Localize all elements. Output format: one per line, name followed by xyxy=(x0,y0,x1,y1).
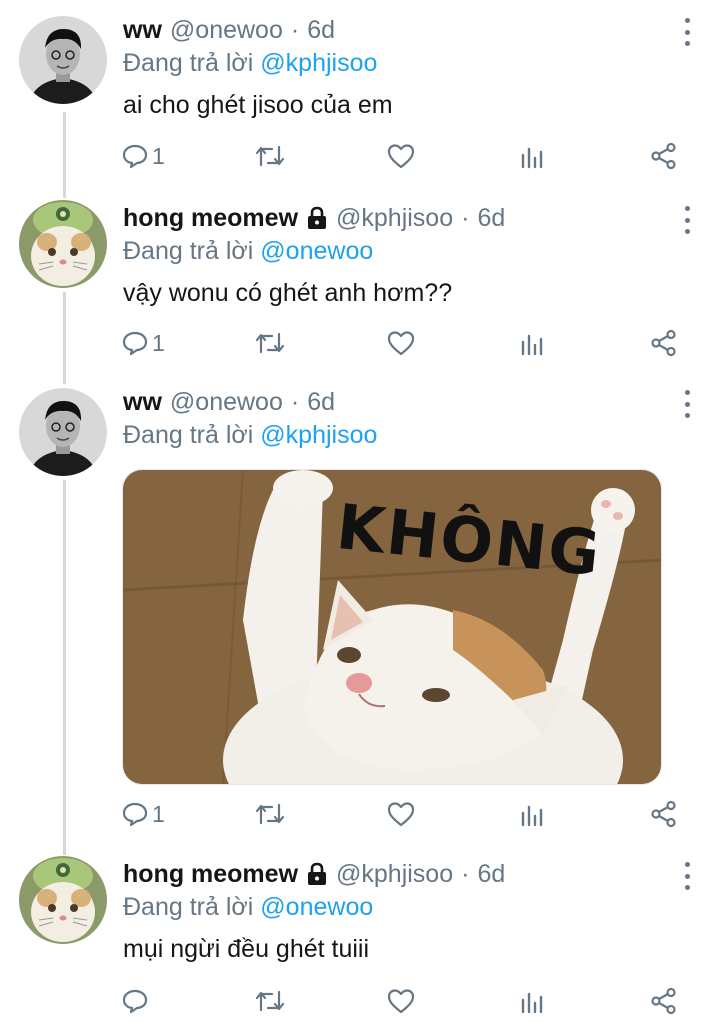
analytics-button[interactable] xyxy=(520,139,544,173)
reply-icon xyxy=(122,331,148,356)
tweet-text: mụi ngừi đều ghét tuiii xyxy=(123,935,370,963)
more-icon[interactable] xyxy=(682,862,692,890)
retweet-icon xyxy=(255,332,285,354)
display-name[interactable]: ww xyxy=(123,386,162,418)
like-button[interactable] xyxy=(387,326,415,360)
mention-link[interactable]: @onewoo xyxy=(260,893,373,921)
display-name[interactable]: hong meomew xyxy=(123,202,298,234)
retweet-icon xyxy=(255,990,285,1012)
replying-to: Đang trả lời @onewoo xyxy=(123,891,680,923)
share-button[interactable] xyxy=(650,797,678,831)
reply-button[interactable] xyxy=(122,984,152,1018)
timestamp[interactable]: 6d xyxy=(477,202,505,234)
analytics-button[interactable] xyxy=(520,797,544,831)
reply-button[interactable]: 1 xyxy=(122,139,165,173)
more-icon[interactable] xyxy=(682,390,692,418)
avatar[interactable] xyxy=(19,200,107,288)
reply-icon xyxy=(122,802,148,827)
analytics-icon xyxy=(521,147,543,169)
share-icon xyxy=(651,142,676,170)
share-button[interactable] xyxy=(650,139,678,173)
replying-to-label: Đang trả lời xyxy=(123,49,254,77)
retweet-button[interactable] xyxy=(254,984,286,1018)
retweet-icon xyxy=(255,803,285,825)
share-button[interactable] xyxy=(650,984,678,1018)
share-icon xyxy=(651,800,676,828)
timestamp[interactable]: 6d xyxy=(477,858,505,890)
avatar[interactable] xyxy=(19,388,107,476)
analytics-icon xyxy=(521,805,543,827)
more-icon[interactable] xyxy=(682,18,692,46)
mention-link[interactable]: @kphjisoo xyxy=(260,49,377,77)
analytics-button[interactable] xyxy=(520,326,544,360)
tweet[interactable]: ww @onewoo · 6d Đang trả lời @kphjisoo a… xyxy=(0,0,720,186)
analytics-button[interactable] xyxy=(520,984,544,1018)
reply-count: 1 xyxy=(152,142,165,169)
action-bar: 1 xyxy=(122,326,682,360)
action-bar xyxy=(122,984,682,1018)
like-button[interactable] xyxy=(387,797,415,831)
replying-to-label: Đang trả lời xyxy=(123,237,254,265)
display-name[interactable]: hong meomew xyxy=(123,858,298,890)
separator-dot: · xyxy=(461,860,470,888)
reply-count: 1 xyxy=(152,800,165,827)
lock-icon xyxy=(308,862,327,885)
like-icon xyxy=(387,989,415,1014)
reply-icon xyxy=(122,989,148,1014)
reply-count: 1 xyxy=(152,329,165,356)
user-handle[interactable]: @onewoo xyxy=(170,386,283,418)
like-icon xyxy=(387,144,415,169)
tweet-text: ai cho ghét jisoo của em xyxy=(123,91,393,119)
user-handle[interactable]: @onewoo xyxy=(170,14,283,46)
avatar[interactable] xyxy=(19,16,107,104)
share-icon xyxy=(651,329,676,357)
reply-icon xyxy=(122,144,148,169)
separator-dot: · xyxy=(290,16,300,44)
like-icon xyxy=(387,331,415,356)
replying-to-label: Đang trả lời xyxy=(123,421,254,449)
display-name[interactable]: ww xyxy=(123,14,162,46)
replying-to: Đang trả lời @onewoo xyxy=(123,235,680,267)
separator-dot: · xyxy=(290,388,300,416)
replying-to-label: Đang trả lời xyxy=(123,893,254,921)
like-button[interactable] xyxy=(387,139,415,173)
mention-link[interactable]: @kphjisoo xyxy=(260,421,377,449)
separator-dot: · xyxy=(461,204,470,232)
reply-button[interactable]: 1 xyxy=(122,326,165,360)
timestamp[interactable]: 6d xyxy=(307,14,335,46)
analytics-icon xyxy=(521,992,543,1014)
timestamp[interactable]: 6d xyxy=(307,386,335,418)
like-button[interactable] xyxy=(387,984,415,1018)
share-button[interactable] xyxy=(650,326,678,360)
tweet[interactable]: ww @onewoo · 6d Đang trả lời @kphjisoo K… xyxy=(0,372,720,842)
tweet[interactable]: hong meomew @kphjisoo · 6d Đang trả lời … xyxy=(0,842,720,1034)
action-bar: 1 xyxy=(122,139,682,173)
avatar[interactable] xyxy=(19,856,107,944)
user-handle[interactable]: @kphjisoo xyxy=(336,858,453,890)
like-icon xyxy=(387,802,415,827)
retweet-button[interactable] xyxy=(254,797,286,831)
tweet[interactable]: hong meomew @kphjisoo · 6d Đang trả lời … xyxy=(0,186,720,372)
tweet-text: vậy wonu có ghét anh hơm?? xyxy=(123,279,453,307)
replying-to: Đang trả lời @kphjisoo xyxy=(123,419,680,451)
retweet-button[interactable] xyxy=(254,139,286,173)
reply-button[interactable]: 1 xyxy=(122,797,165,831)
user-handle[interactable]: @kphjisoo xyxy=(336,202,453,234)
mention-link[interactable]: @onewoo xyxy=(260,237,373,265)
more-icon[interactable] xyxy=(682,206,692,234)
lock-icon xyxy=(308,206,327,229)
tweet-media-image[interactable]: KHÔNG xyxy=(122,469,662,785)
retweet-icon xyxy=(255,145,285,167)
share-icon xyxy=(651,987,676,1015)
retweet-button[interactable] xyxy=(254,326,286,360)
analytics-icon xyxy=(521,334,543,356)
replying-to: Đang trả lời @kphjisoo xyxy=(123,47,680,79)
action-bar: 1 xyxy=(122,797,682,831)
